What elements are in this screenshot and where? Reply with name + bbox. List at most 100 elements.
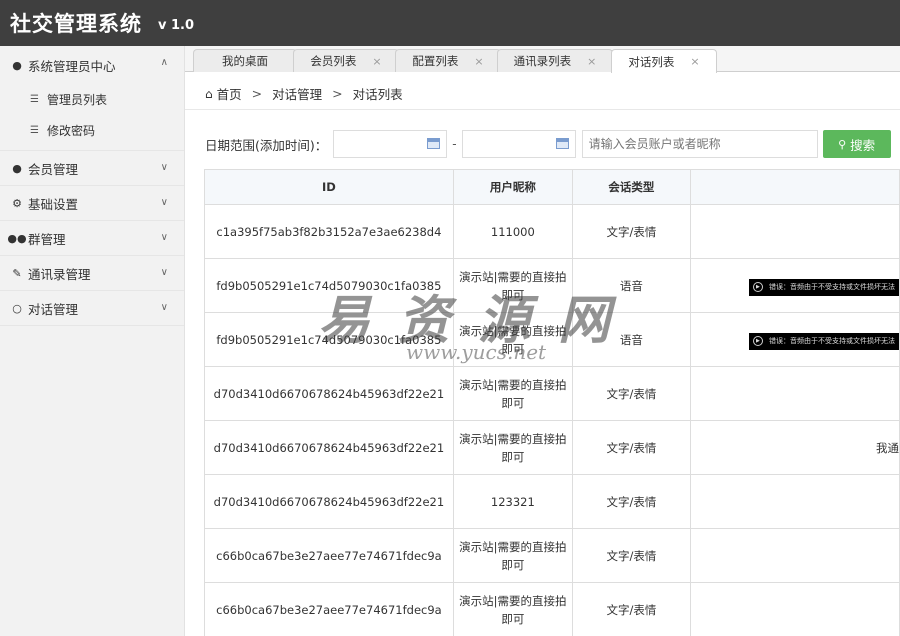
cell-content xyxy=(689,582,900,636)
cell-type: 文字/表情 xyxy=(571,474,691,529)
cell-id: d70d3410d6670678624b45963df22e21 xyxy=(204,474,454,529)
cell-type: 语音 xyxy=(571,258,691,313)
sidebar-item-contacts[interactable]: ✎ 通讯录管理 ∨ xyxy=(0,256,184,291)
gear-icon: ⚙ xyxy=(12,196,22,210)
sidebar-item-groups[interactable]: ●● 群管理 ∨ xyxy=(0,221,184,256)
cell-type: 文字/表情 xyxy=(571,204,691,259)
close-icon[interactable]: × xyxy=(587,55,596,68)
chevron-down-icon: ∨ xyxy=(160,232,168,243)
search-icon: ⚲ xyxy=(838,137,847,151)
breadcrumb-item[interactable]: 对话管理 xyxy=(272,84,322,103)
list-icon: ☰ xyxy=(30,125,39,136)
column-header-content xyxy=(689,169,900,205)
nickname-line: 演示站|需要的直接拍 xyxy=(459,431,567,446)
sidebar-item-admin-center[interactable]: ● 系统管理员中心 ∧ xyxy=(0,46,184,84)
breadcrumb-current: 对话列表 xyxy=(352,87,403,102)
app-header: 社交管理系统 v 1.0 xyxy=(0,0,900,46)
search-button[interactable]: ⚲ 搜索 xyxy=(822,130,891,158)
breadcrumb-separator: > xyxy=(332,86,343,101)
start-date-input[interactable] xyxy=(333,130,448,158)
cell-type: 文字/表情 xyxy=(571,528,691,583)
edit-icon: ✎ xyxy=(12,266,22,280)
sidebar-item-label: 基础设置 xyxy=(28,196,79,212)
sidebar-item-members[interactable]: ● 会员管理 ∨ xyxy=(0,151,184,186)
tab-label: 会员列表 xyxy=(310,54,357,68)
sidebar-item-conversations[interactable]: ○ 对话管理 ∨ xyxy=(0,291,184,326)
home-icon: ⌂ xyxy=(205,86,213,101)
nickname-line: 111000 xyxy=(490,224,535,239)
play-icon[interactable]: ▶ xyxy=(752,282,763,293)
table-row: c1a395f75ab3f82b3152a7e3ae6238d4 111000 文字… xyxy=(204,204,900,259)
audio-error-message: 错误：音频由于不受支持或文件损坏无法 xyxy=(768,283,895,292)
cell-nickname: 演示站|需要的直接拍 即可 xyxy=(452,258,573,313)
nickname-line: 演示站|需要的直接拍 xyxy=(459,323,567,338)
date-range-dash: - xyxy=(452,137,457,151)
cell-type: 文字/表情 xyxy=(571,582,691,636)
audio-player[interactable]: ▶ 错误：音频由于不受支持或文件损坏无法 xyxy=(748,278,899,296)
cell-content: ▶ 错误：音频由于不受支持或文件损坏无法 xyxy=(689,312,900,367)
filter-bar: 日期范围(添加时间)： - ⚲ 搜索 xyxy=(205,130,891,158)
sidebar-item-label: 群管理 xyxy=(28,231,66,247)
tab-label: 对话列表 xyxy=(628,54,675,69)
list-icon: ☰ xyxy=(30,94,39,105)
sidebar-item-label: 对话管理 xyxy=(28,301,79,317)
column-header-id: ID xyxy=(204,169,454,205)
cell-content xyxy=(689,204,900,259)
table-row: d70d3410d6670678624b45963df22e21 演示站|需要的直… xyxy=(204,366,900,421)
sidebar-item-label: 系统管理员中心 xyxy=(28,58,116,74)
cell-content xyxy=(689,366,900,421)
sidebar: ● 系统管理员中心 ∧ ☰ 管理员列表 ☰ 修改密码 ● 会员管理 ∨ ⚙ 基础… xyxy=(0,46,185,636)
column-header-nickname: 用户昵称 xyxy=(452,169,573,205)
audio-player[interactable]: ▶ 错误：音频由于不受支持或文件损坏无法 xyxy=(748,332,899,350)
nickname-line: 演示站|需要的直接拍 xyxy=(459,593,567,608)
calendar-icon[interactable] xyxy=(555,138,569,149)
divider xyxy=(185,109,900,110)
group-icon: ●● xyxy=(7,231,27,245)
submenu-admin-center: ☰ 管理员列表 ☰ 修改密码 xyxy=(0,84,184,151)
sidebar-subitem-change-password[interactable]: ☰ 修改密码 xyxy=(0,115,184,146)
tab-conversation-list[interactable]: 对话列表 × xyxy=(611,49,717,73)
tab-desktop[interactable]: 我的桌面 xyxy=(193,49,297,72)
tab-config-list[interactable]: 配置列表 × xyxy=(395,49,501,72)
breadcrumb: ⌂ 首页 > 对话管理 > 对话列表 xyxy=(205,84,403,103)
tab-member-list[interactable]: 会员列表 × xyxy=(293,49,399,72)
cell-content: 我通 xyxy=(689,420,900,475)
chevron-up-icon: ∧ xyxy=(160,57,168,68)
breadcrumb-home[interactable]: 首页 xyxy=(217,84,242,103)
calendar-icon[interactable] xyxy=(427,138,441,149)
sidebar-item-settings[interactable]: ⚙ 基础设置 ∨ xyxy=(0,186,184,221)
cell-type: 文字/表情 xyxy=(571,420,691,475)
conversation-table: ID 用户昵称 会话类型 c1a395f75ab3f82b3152a7e3ae6… xyxy=(204,169,900,636)
tab-label: 配置列表 xyxy=(412,54,459,68)
cell-id: c66b0ca67be3e27aee77e74671fdec9a xyxy=(204,528,454,583)
nickname-line: 即可 xyxy=(501,287,525,302)
nickname-line: 即可 xyxy=(501,449,525,464)
cell-id: fd9b0505291e1c74d5079030c1fa0385 xyxy=(204,258,454,313)
table-row: d70d3410d6670678624b45963df22e21 演示站|需要的直… xyxy=(204,420,900,475)
play-icon[interactable]: ▶ xyxy=(752,336,763,347)
nickname-line: 即可 xyxy=(501,395,525,410)
close-icon[interactable]: × xyxy=(372,55,381,68)
chevron-down-icon: ∨ xyxy=(160,302,168,313)
audio-error-message: 错误：音频由于不受支持或文件损坏无法 xyxy=(768,337,895,346)
close-icon[interactable]: × xyxy=(474,55,483,68)
breadcrumb-separator: > xyxy=(251,86,263,101)
cell-id: fd9b0505291e1c74d5079030c1fa0385 xyxy=(204,312,454,367)
cell-type: 文字/表情 xyxy=(571,366,691,421)
cell-id: c1a395f75ab3f82b3152a7e3ae6238d4 xyxy=(204,204,454,259)
sidebar-subitem-label: 管理员列表 xyxy=(46,93,107,107)
cell-id: d70d3410d6670678624b45963df22e21 xyxy=(204,366,454,421)
cell-nickname: 演示站|需要的直接拍 即可 xyxy=(452,528,573,583)
search-input[interactable] xyxy=(581,130,818,158)
nickname-line: 演示站|需要的直接拍 xyxy=(459,269,567,284)
close-icon[interactable]: × xyxy=(690,55,699,68)
table-row: c66b0ca67be3e27aee77e74671fdec9a 演示站|需要的直… xyxy=(204,528,900,583)
date-range-label: 日期范围(添加时间)： xyxy=(205,137,328,153)
sidebar-item-label: 通讯录管理 xyxy=(28,266,91,282)
nickname-line: 即可 xyxy=(501,341,525,356)
tab-bar: 我的桌面 会员列表 × 配置列表 × 通讯录列表 × 对话列表 × xyxy=(185,46,900,73)
end-date-input[interactable] xyxy=(461,130,576,158)
sidebar-subitem-admin-list[interactable]: ☰ 管理员列表 xyxy=(0,84,184,115)
tab-contacts-list[interactable]: 通讯录列表 × xyxy=(497,49,613,72)
cell-nickname: 演示站|需要的直接拍 即可 xyxy=(452,582,573,636)
